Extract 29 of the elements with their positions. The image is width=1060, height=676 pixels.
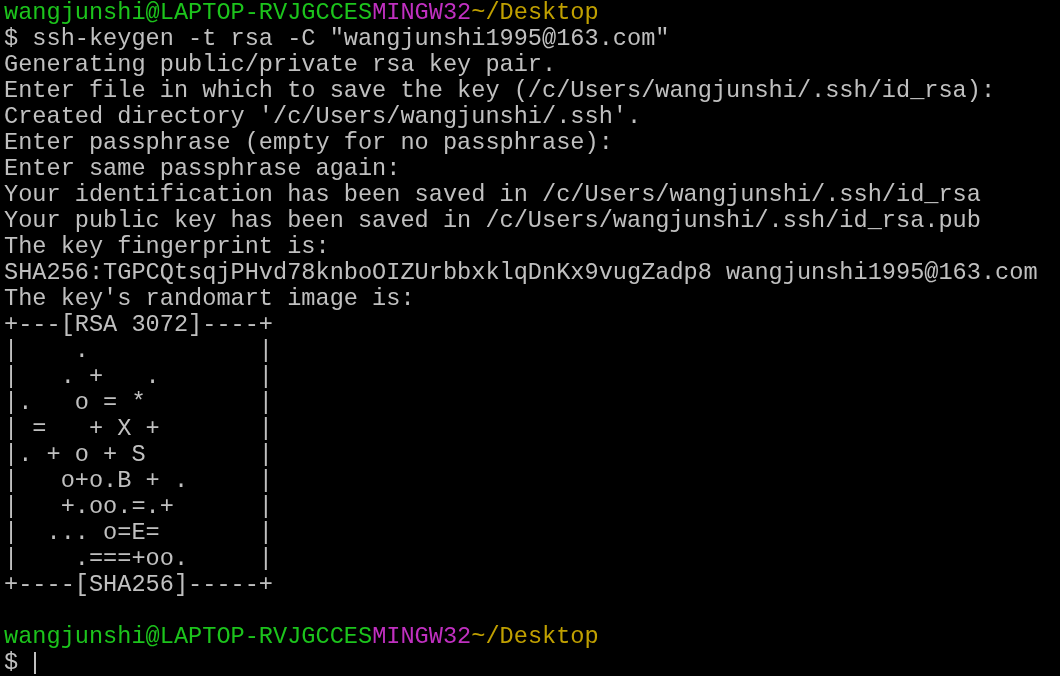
output-line: SHA256:TGPCQtsqjPHvd78knboOIZUrbbxklqDnKx9vugZadp8 wangjunshi1995@163.com <box>4 259 1038 286</box>
output-line: | = + X + | <box>4 415 273 442</box>
output-line: Created directory '/c/Users/wangjunshi/.ssh'. <box>4 103 642 130</box>
output-line: | . | <box>4 337 273 364</box>
input-prompt: $ <box>4 649 20 676</box>
prompt-user-host: wangjunshi@LAPTOP-RVJGCCES <box>4 623 373 650</box>
output-line: | . + . | <box>4 363 273 390</box>
output-line: Your public key has been saved in /c/Users/wangjunshi/.ssh/id_rsa.pub <box>4 207 981 234</box>
output-line: |. o = * | <box>4 389 273 416</box>
output-line: The key fingerprint is: <box>4 233 330 260</box>
output-line: Generating public/private rsa key pair. <box>4 51 557 78</box>
output-line: Your identification has been saved in /c/Users/wangjunshi/.ssh/id_rsa <box>4 181 981 208</box>
prompt-user-host: wangjunshi@LAPTOP-RVJGCCES <box>4 0 373 26</box>
prompt-path: ~/Desktop <box>471 0 599 26</box>
output-line: | +.oo.=.+ | <box>4 493 273 520</box>
output-line: +----[SHA256]-----+ <box>4 571 273 598</box>
output-line: | o+o.B + . | <box>4 467 273 494</box>
output-line: +---[RSA 3072]----+ <box>4 311 273 338</box>
prompt-path: ~/Desktop <box>471 623 599 650</box>
output-line: | .===+oo. | <box>4 545 273 572</box>
output-line: Enter same passphrase again: <box>4 155 401 182</box>
output-line: | ... o=E= | <box>4 519 273 546</box>
output-line: The key's randomart image is: <box>4 285 415 312</box>
output-line: $ ssh-keygen -t rsa -C "wangjunshi1995@163.com" <box>4 25 670 52</box>
output-line: Enter passphrase (empty for no passphrase): <box>4 129 613 156</box>
output-line: Enter file in which to save the key (/c/Users/wangjunshi/.ssh/id_rsa): <box>4 77 996 104</box>
prompt-shell: MINGW32 <box>372 0 472 26</box>
output-line: |. + o + S | <box>4 441 273 468</box>
prompt-shell: MINGW32 <box>372 623 472 650</box>
